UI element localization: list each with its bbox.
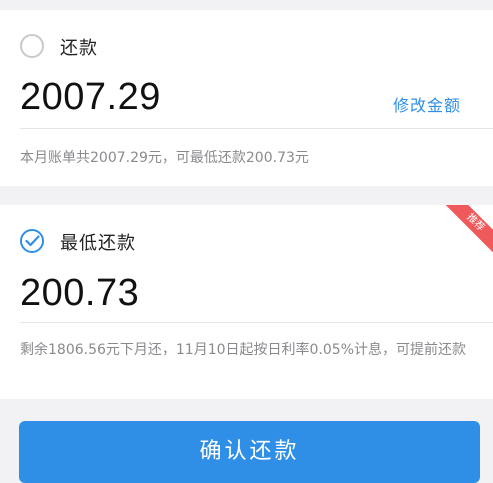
option-title: 最低还款 xyxy=(60,233,136,254)
interest-note: 剩余1806.56元下月还，11月10日起按日利率0.05%计息，可提前还款 xyxy=(20,342,466,358)
radio-unchecked-icon[interactable] xyxy=(20,34,44,58)
divider xyxy=(20,322,493,323)
recommend-badge-label: 推荐 xyxy=(443,205,493,255)
amount-value: 200.73 xyxy=(20,272,140,314)
confirm-repay-button[interactable]: 确认还款 xyxy=(19,421,480,483)
edit-amount-link[interactable]: 修改金额 xyxy=(393,92,461,116)
amount-value: 2007.29 xyxy=(20,76,161,118)
recommend-badge: 推荐 xyxy=(443,205,493,255)
radio-checked-icon[interactable] xyxy=(20,229,44,253)
repay-minimum-option[interactable]: 推荐 最低还款 200.73 剩余1806.56元下月还，11月10日起按日利率… xyxy=(0,205,493,399)
repay-full-option[interactable]: 还款 2007.29 修改金额 本月账单共2007.29元，可最低还款200.7… xyxy=(0,10,493,186)
checkmark-icon xyxy=(25,235,40,247)
bill-summary-note: 本月账单共2007.29元，可最低还款200.73元 xyxy=(20,150,309,166)
option-title: 还款 xyxy=(60,38,98,59)
divider xyxy=(20,128,493,129)
